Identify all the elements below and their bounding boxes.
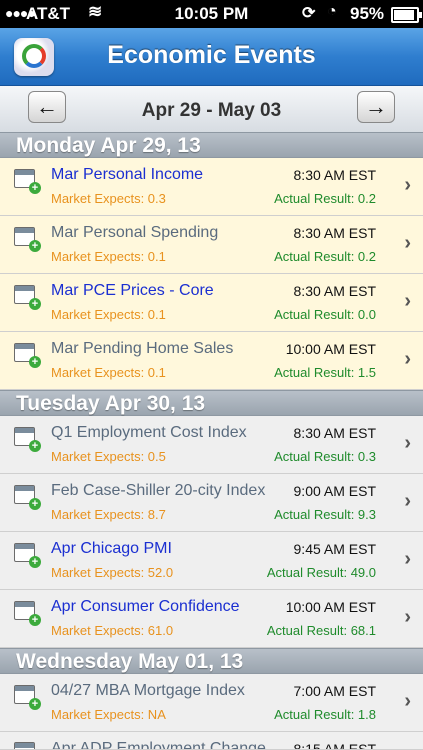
calendar-add-icon[interactable] (14, 343, 41, 368)
chevron-right-icon: › (404, 174, 411, 196)
nav-bar: Economic Events (0, 28, 423, 86)
event-row[interactable]: Apr Chicago PMI Market Expects: 52.0 9:4… (0, 532, 423, 590)
calendar-add-icon[interactable] (14, 169, 41, 194)
calendar-add-icon[interactable] (14, 543, 41, 568)
chevron-right-icon: › (404, 290, 411, 312)
actual-result: Actual Result: 1.5 (274, 365, 376, 380)
actual-result: Actual Result: 0.2 (274, 191, 376, 206)
actual-result: Actual Result: 0.2 (274, 249, 376, 264)
event-row[interactable]: Mar Personal Income Market Expects: 0.3 … (0, 158, 423, 216)
status-bar: ●●●● AT&T ≋ 10:05 PM ⟳ ◔ 95% (0, 0, 423, 28)
alarm-icon: ◔ (327, 3, 337, 20)
calendar-add-icon[interactable] (14, 685, 41, 710)
event-name: Mar Personal Income (51, 166, 204, 183)
actual-result: Actual Result: 9.3 (274, 507, 376, 522)
page-title: Economic Events (107, 41, 316, 69)
calendar-add-icon[interactable] (14, 742, 35, 749)
market-expects: Market Expects: 52.0 (51, 565, 174, 580)
event-time: 8:30 AM EST (293, 425, 376, 441)
event-time: 8:15 AM EST (293, 741, 376, 750)
event-name: Apr Consumer Confidence (51, 598, 240, 615)
event-name: 04/27 MBA Mortgage Index (51, 682, 245, 699)
event-row[interactable]: Q1 Employment Cost Index Market Expects:… (0, 416, 423, 474)
calendar-add-icon[interactable] (14, 227, 41, 252)
market-expects: Market Expects: 0.3 (51, 191, 166, 206)
chevron-right-icon: › (404, 606, 411, 628)
event-row[interactable]: 04/27 MBA Mortgage Index Market Expects:… (0, 674, 423, 732)
actual-result: Actual Result: 1.8 (274, 707, 376, 722)
rotation-lock-icon: ⟳ (302, 5, 316, 22)
actual-result: Actual Result: 0.0 (274, 307, 376, 322)
event-time: 9:45 AM EST (293, 541, 376, 557)
event-name: Mar PCE Prices - Core (51, 282, 214, 299)
market-expects: Market Expects: 0.1 (51, 307, 166, 322)
calendar-add-icon[interactable] (14, 601, 41, 626)
chevron-right-icon: › (404, 690, 411, 712)
event-row[interactable]: Mar PCE Prices - Core Market Expects: 0.… (0, 274, 423, 332)
chevron-right-icon: › (404, 348, 411, 370)
event-name: Q1 Employment Cost Index (51, 424, 247, 441)
battery-icon (391, 7, 422, 23)
market-expects: Market Expects: 0.5 (51, 449, 166, 464)
market-expects: Market Expects: NA (51, 707, 166, 722)
chevron-right-icon: › (404, 490, 411, 512)
event-time: 8:30 AM EST (293, 167, 376, 183)
actual-result: Actual Result: 0.3 (274, 449, 376, 464)
market-expects: Market Expects: 61.0 (51, 623, 174, 638)
event-row[interactable]: Mar Personal Spending Market Expects: 0.… (0, 216, 423, 274)
event-time: 8:30 AM EST (293, 225, 376, 241)
event-row[interactable]: Apr ADP Employment Change 8:15 AM EST (0, 732, 423, 750)
market-expects: Market Expects: 0.1 (51, 249, 166, 264)
actual-result: Actual Result: 49.0 (266, 565, 376, 580)
week-selector: ← Apr 29 - May 03 → (0, 86, 423, 133)
event-row[interactable]: Apr Consumer Confidence Market Expects: … (0, 590, 423, 648)
actual-result: Actual Result: 68.1 (266, 623, 376, 638)
event-name: Apr Chicago PMI (51, 540, 172, 557)
battery-percent: 95% (350, 4, 385, 23)
event-row[interactable]: Mar Pending Home Sales Market Expects: 0… (0, 332, 423, 390)
event-name: Mar Personal Spending (51, 224, 219, 241)
section-header-wednesday: Wednesday May 01, 13 (0, 648, 423, 674)
event-name: Apr ADP Employment Change (51, 740, 266, 750)
event-time: 8:30 AM EST (293, 283, 376, 299)
market-expects: Market Expects: 8.7 (51, 507, 166, 522)
calendar-add-icon[interactable] (14, 285, 41, 310)
chevron-right-icon: › (404, 232, 411, 254)
section-header-monday: Monday Apr 29, 13 (0, 132, 423, 158)
market-expects: Market Expects: 0.1 (51, 365, 166, 380)
next-week-button[interactable]: → (357, 91, 395, 123)
section-header-tuesday: Tuesday Apr 30, 13 (0, 390, 423, 416)
calendar-add-icon[interactable] (14, 427, 41, 452)
event-row[interactable]: Feb Case-Shiller 20-city Index Market Ex… (0, 474, 423, 532)
calendar-add-icon[interactable] (14, 485, 41, 510)
event-name: Feb Case-Shiller 20-city Index (51, 482, 266, 499)
chevron-right-icon: › (404, 548, 411, 570)
event-time: 10:00 AM EST (285, 599, 376, 615)
event-time: 9:00 AM EST (293, 483, 376, 499)
chevron-right-icon: › (404, 432, 411, 454)
event-time: 7:00 AM EST (293, 683, 376, 699)
event-name: Mar Pending Home Sales (51, 340, 234, 357)
event-time: 10:00 AM EST (285, 341, 376, 357)
